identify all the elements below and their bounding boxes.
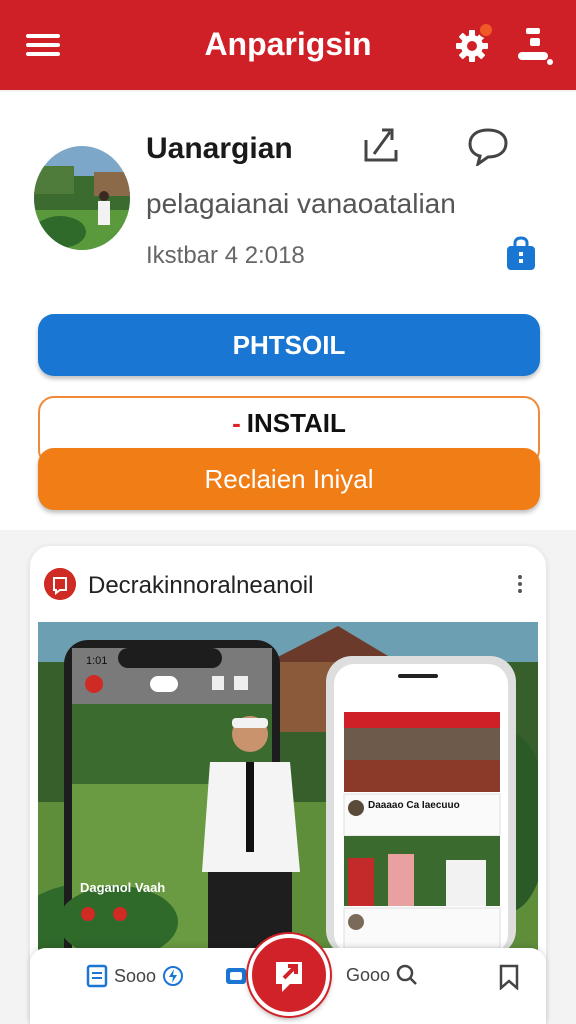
phone-time: 1:01 bbox=[86, 655, 107, 667]
message-icon[interactable] bbox=[224, 966, 248, 990]
avatar[interactable] bbox=[34, 146, 130, 250]
document-icon bbox=[86, 964, 108, 988]
more-options-icon[interactable] bbox=[514, 572, 526, 596]
install-dash: - bbox=[232, 408, 241, 438]
install-label: INSTAIL bbox=[246, 408, 346, 438]
search-icon bbox=[396, 964, 417, 985]
top-app-bar: Anparigsin bbox=[0, 0, 576, 90]
person-icon[interactable] bbox=[514, 24, 554, 68]
profile-meta: Ikstbar 4 2:018 bbox=[146, 242, 305, 269]
post-title: Decrakinnoralneanoil bbox=[88, 572, 314, 599]
profile-card: Uanargian pelagaianai vanaoatalian Ikstb… bbox=[0, 92, 576, 530]
create-post-icon bbox=[276, 962, 302, 992]
profile-name: Uanargian bbox=[146, 132, 293, 165]
post-image[interactable]: 1:01 Daganol Vaah Daaaao Ca Iaecuuo bbox=[38, 622, 538, 952]
chat-bubble-icon[interactable] bbox=[466, 126, 510, 166]
bookmark-icon[interactable] bbox=[498, 964, 520, 990]
feed-item-title: Daaaao Ca Iaecuuo bbox=[368, 800, 460, 811]
profile-handle: pelagaianai vanaoatalian bbox=[146, 188, 456, 219]
lightning-icon bbox=[163, 966, 184, 986]
nav-item-label: Gooo bbox=[346, 964, 391, 985]
nav-item-label: Sooo bbox=[114, 965, 157, 986]
photo-caption: Daganol Vaah bbox=[80, 880, 165, 895]
shopping-bag-icon[interactable] bbox=[504, 236, 538, 272]
share-icon[interactable] bbox=[360, 122, 404, 166]
primary-button[interactable]: PHTSOIL bbox=[38, 314, 540, 376]
orange-action-button[interactable]: Reclaien Iniyal bbox=[38, 448, 540, 510]
notification-badge bbox=[478, 22, 494, 38]
create-post-button[interactable] bbox=[248, 934, 330, 1016]
app-logo-icon bbox=[44, 568, 76, 600]
nav-item-documents[interactable]: Sooo bbox=[86, 964, 184, 988]
nav-item-search[interactable]: Gooo bbox=[346, 964, 418, 986]
